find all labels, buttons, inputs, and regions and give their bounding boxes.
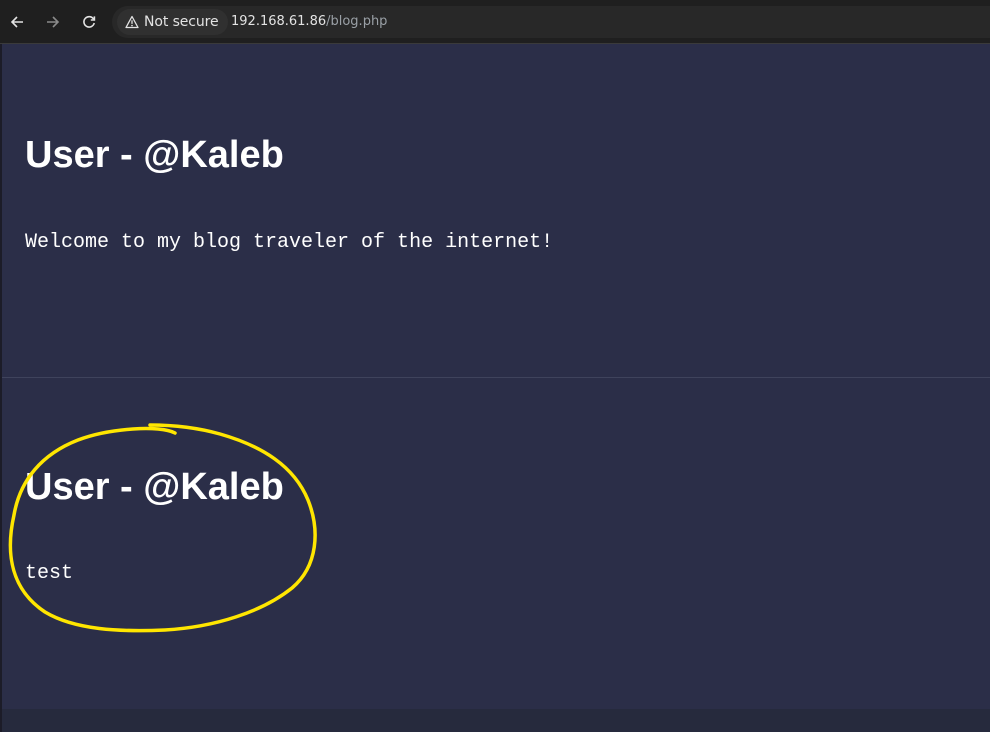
address-bar[interactable]: Not secure 192.168.61.86/blog.php (112, 6, 990, 38)
url-text[interactable]: 192.168.61.86/blog.php (231, 14, 387, 29)
forward-button[interactable] (43, 12, 63, 32)
url-host: 192.168.61.86 (231, 14, 327, 29)
security-chip[interactable]: Not secure (117, 9, 228, 35)
url-path: /blog.php (326, 14, 388, 29)
blog-post: User - @Kaleb Welcome to my blog travele… (2, 44, 990, 378)
browser-toolbar: Not secure 192.168.61.86/blog.php (0, 0, 990, 44)
arrow-left-icon (10, 16, 23, 28)
reload-button[interactable] (79, 12, 99, 32)
blog-page: User - @Kaleb Welcome to my blog travele… (0, 44, 990, 732)
warning-triangle-icon (125, 15, 139, 29)
post-body: test (25, 562, 74, 585)
post-body: Welcome to my blog traveler of the inter… (25, 231, 554, 254)
reload-icon (83, 15, 96, 28)
back-button[interactable] (7, 12, 27, 32)
security-label: Not secure (144, 14, 219, 30)
post-title: User - @Kaleb (25, 466, 284, 508)
arrow-right-icon (47, 16, 60, 28)
page-footer-strip (2, 709, 990, 732)
post-title: User - @Kaleb (25, 134, 284, 176)
blog-post: User - @Kaleb test (2, 379, 990, 709)
